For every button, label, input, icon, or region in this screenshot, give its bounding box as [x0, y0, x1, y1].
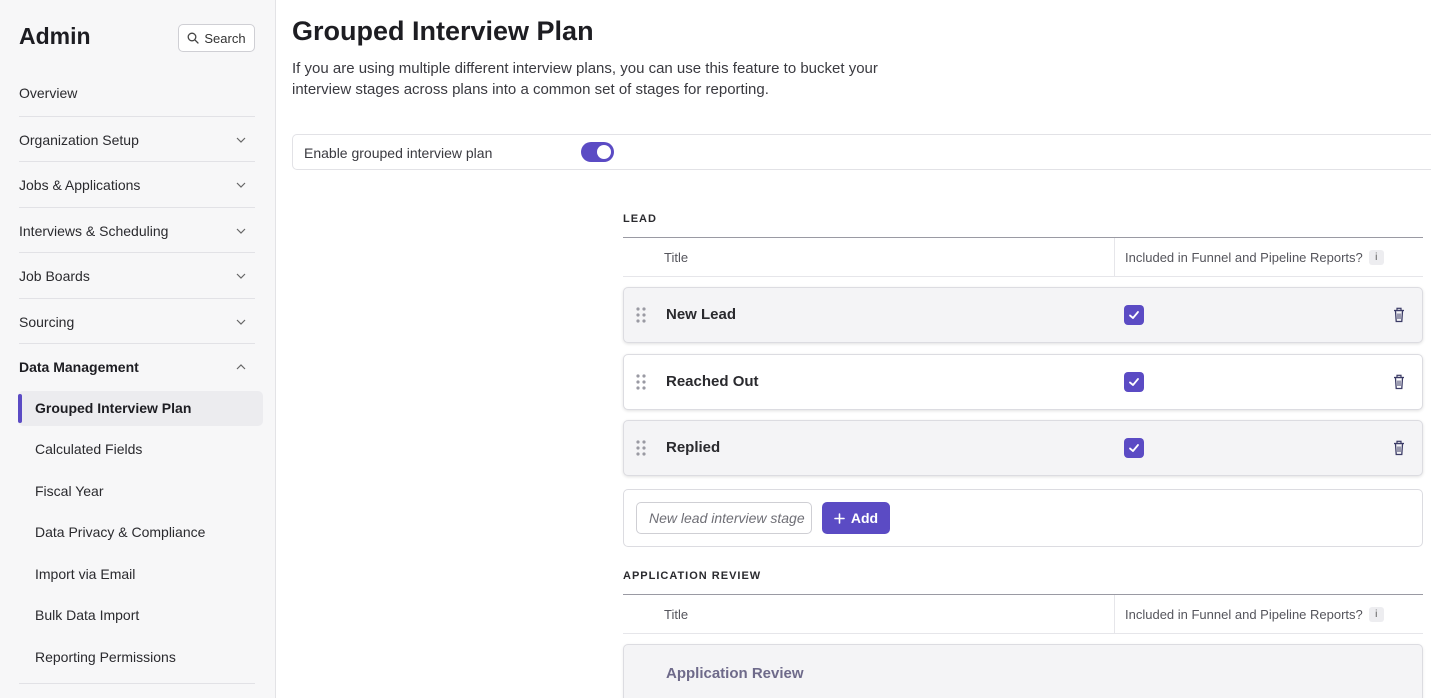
checkmark-icon	[1129, 444, 1139, 452]
add-stage-button-label: Add	[850, 510, 879, 526]
sidebar-item-data-privacy-compliance[interactable]: Data Privacy & Compliance	[35, 524, 205, 540]
column-header-row: Title Included in Funnel and Pipeline Re…	[623, 238, 1423, 277]
stage-name: Reached Out	[666, 373, 759, 390]
page-description: If you are using multiple different inte…	[292, 60, 878, 98]
group-label-lead: LEAD	[623, 213, 657, 225]
page-title: Grouped Interview Plan	[292, 16, 594, 46]
sidebar-item-calculated-fields[interactable]: Calculated Fields	[35, 441, 142, 457]
chevron-down-icon	[236, 319, 246, 325]
included-checkbox[interactable]	[1124, 438, 1144, 458]
sidebar-section-organization-setup[interactable]: Organization Setup	[19, 116, 255, 162]
stage-row[interactable]: Application Review	[623, 644, 1423, 698]
enable-grouped-plan-toggle[interactable]	[581, 142, 614, 162]
grouped-plan-toggle-row: Enable grouped interview plan	[292, 134, 1431, 170]
column-header-included-label: Included in Funnel and Pipeline Reports?	[1125, 250, 1363, 265]
sidebar-section-label: Data Management	[19, 358, 139, 375]
active-item-indicator	[18, 394, 22, 423]
add-stage-button[interactable]: Add	[822, 502, 890, 534]
info-icon[interactable]: i	[1368, 607, 1384, 622]
sidebar-section-label: Interviews & Scheduling	[19, 222, 169, 239]
sidebar-section-label: Jobs & Applications	[19, 176, 141, 193]
sidebar-item-bulk-data-import[interactable]: Bulk Data Import	[35, 607, 139, 623]
chevron-down-icon	[236, 137, 246, 143]
sidebar-item-reporting-permissions[interactable]: Reporting Permissions	[35, 649, 176, 665]
drag-handle-icon[interactable]	[636, 307, 646, 323]
column-divider	[1114, 595, 1115, 634]
sidebar-item-import-via-email[interactable]: Import via Email	[35, 566, 135, 582]
sidebar-section-label: Job Boards	[19, 267, 90, 284]
group-label-application-review: APPLICATION REVIEW	[623, 570, 762, 582]
chevron-down-icon	[236, 228, 246, 234]
column-header-title: Title	[664, 250, 689, 265]
stage-name: Replied	[666, 439, 721, 456]
trash-icon[interactable]	[1392, 374, 1406, 390]
new-stage-input[interactable]	[636, 502, 812, 534]
drag-handle-icon[interactable]	[636, 374, 646, 390]
stage-name: Application Review	[666, 665, 804, 682]
included-checkbox[interactable]	[1124, 372, 1144, 392]
column-header-title: Title	[664, 607, 689, 622]
trash-icon[interactable]	[1392, 440, 1406, 456]
search-button[interactable]: Search	[178, 24, 255, 52]
checkmark-icon	[1129, 311, 1139, 319]
column-header-included: Included in Funnel and Pipeline Reports?…	[1125, 607, 1384, 622]
stage-row[interactable]: Replied	[623, 420, 1423, 476]
sidebar-title: Admin	[19, 23, 91, 49]
sidebar-divider	[19, 683, 255, 684]
sidebar-section-label: Organization Setup	[19, 131, 139, 148]
column-header-included: Included in Funnel and Pipeline Reports?…	[1125, 250, 1384, 265]
search-icon	[187, 32, 200, 44]
sidebar-item-grouped-interview-plan[interactable]: Grouped Interview Plan	[35, 400, 191, 416]
sidebar-item-fiscal-year[interactable]: Fiscal Year	[35, 483, 103, 499]
drag-handle-icon[interactable]	[636, 440, 646, 456]
stage-name: New Lead	[666, 306, 737, 323]
stage-row[interactable]: Reached Out	[623, 354, 1423, 410]
admin-sidebar: Admin Search Overview Organization Setup…	[0, 0, 276, 698]
chevron-up-icon	[236, 363, 246, 369]
sidebar-item-overview[interactable]: Overview	[19, 85, 77, 101]
sidebar-section-label: Sourcing	[19, 313, 75, 330]
add-stage-row: Add	[623, 489, 1423, 547]
column-header-row: Title Included in Funnel and Pipeline Re…	[623, 595, 1423, 634]
stage-row[interactable]: New Lead	[623, 287, 1423, 343]
plus-icon	[834, 512, 845, 524]
column-divider	[1114, 238, 1115, 277]
checkmark-icon	[1129, 378, 1139, 386]
toggle-knob	[597, 145, 611, 159]
sidebar-section-data-management[interactable]: Data Management	[19, 343, 255, 389]
chevron-down-icon	[236, 273, 246, 279]
toggle-label: Enable grouped interview plan	[304, 145, 493, 161]
column-header-included-label: Included in Funnel and Pipeline Reports?	[1125, 607, 1363, 622]
sidebar-section-interviews-scheduling[interactable]: Interviews & Scheduling	[19, 207, 255, 253]
trash-icon[interactable]	[1392, 307, 1406, 323]
chevron-down-icon	[236, 182, 246, 188]
sidebar-section-jobs-applications[interactable]: Jobs & Applications	[19, 161, 255, 207]
search-button-label: Search	[204, 30, 246, 46]
included-checkbox[interactable]	[1124, 305, 1144, 325]
sidebar-section-sourcing[interactable]: Sourcing	[19, 298, 255, 344]
sidebar-section-job-boards[interactable]: Job Boards	[19, 252, 255, 298]
info-icon[interactable]: i	[1368, 250, 1384, 265]
